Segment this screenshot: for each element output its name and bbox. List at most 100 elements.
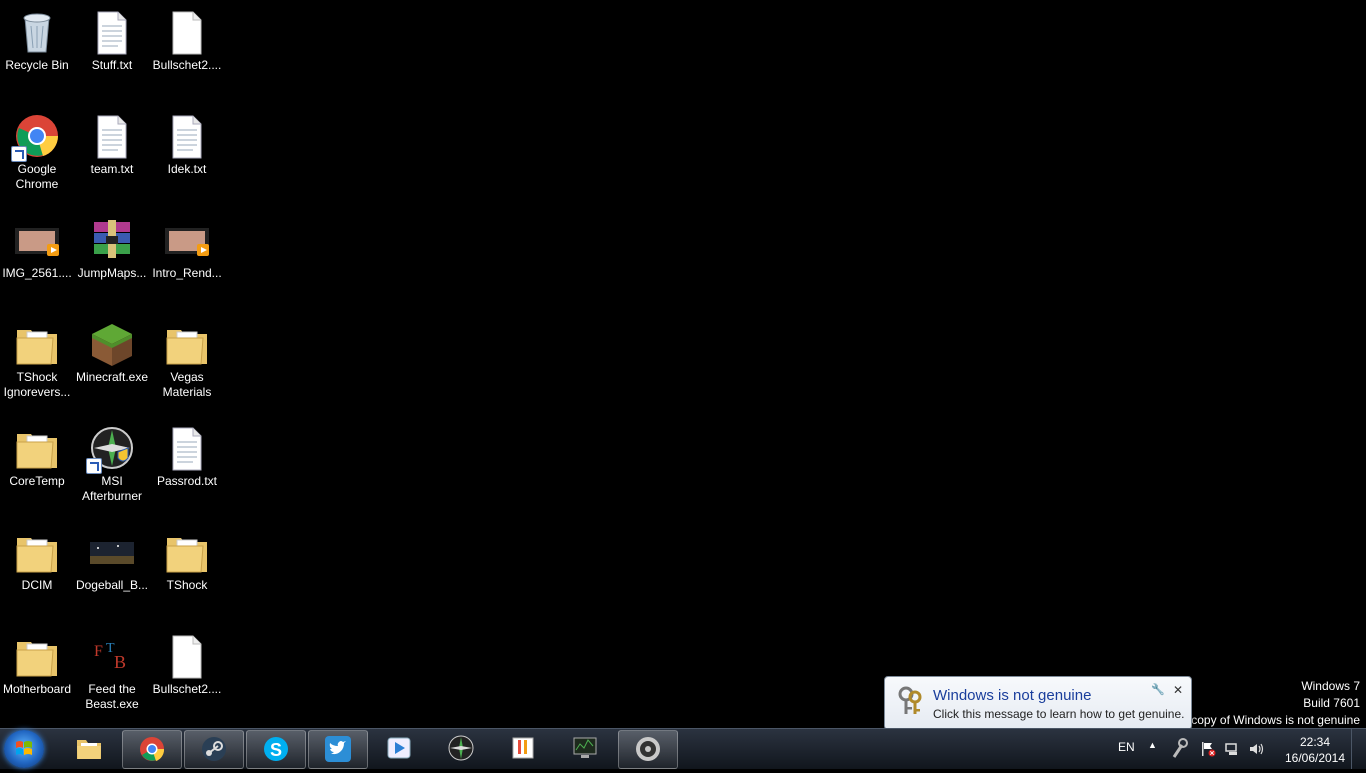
text-file-icon [88,112,136,160]
not-genuine-balloon[interactable]: Windows is not genuine Click this messag… [884,676,1192,741]
desktop-icon-motherboard[interactable]: Motherboard [0,624,74,697]
keys-icon [898,686,922,714]
text-file-icon [163,424,211,472]
chrome-icon [138,735,166,763]
svg-text:S: S [270,740,282,760]
desktop-icon-img-2561[interactable]: IMG_2561.... [0,208,74,281]
clock-time: 22:34 [1299,735,1331,749]
taskbar-button-chrome[interactable] [122,730,182,769]
taskbar-button-coretemp[interactable] [494,730,552,767]
chrome-icon [11,112,61,162]
msi-afterburner-icon [447,734,475,762]
volume-icon[interactable] [1248,741,1264,757]
desktop-icon-team-txt[interactable]: team.txt [75,104,149,177]
system-clock[interactable]: 22:34 16/06/2014 [1280,734,1350,766]
wrench-icon[interactable] [1170,737,1188,761]
desktop-icon-label: Feed the Beast.exe [85,682,139,711]
balloon-text[interactable]: Click this message to learn how to get g… [933,707,1184,721]
desktop-icon-google-chrome[interactable]: Google Chrome [0,104,74,192]
clock-date: 16/06/2014 [1284,751,1346,765]
desktop-icon-minecraft-exe[interactable]: Minecraft.exe [75,312,149,385]
text-file-icon [88,8,136,56]
desktop-icon-label: IMG_2561.... [2,266,72,280]
skype-icon: S [262,735,290,763]
windows-start-orb-icon[interactable] [4,730,44,768]
close-icon[interactable]: ✕ [1173,683,1183,697]
desktop-icon-label: Google Chrome [15,162,59,191]
desktop-icon-label: Bullschet2.... [152,682,222,696]
desktop-icon-dcim[interactable]: DCIM [0,520,74,593]
desktop-icon-tshock[interactable]: TShock [150,520,224,593]
video-file-icon [13,216,61,264]
folder-icon [13,528,61,576]
desktop-icon-label: TShock [166,578,208,592]
desktop-icon-intro-rend[interactable]: Intro_Rend... [150,208,224,281]
steam-icon [200,735,228,763]
watermark-build: Build 7601 [1303,696,1360,710]
thermometer-icon [509,734,537,762]
desktop-icon-jumpmaps[interactable]: JumpMaps... [75,208,149,281]
game-icon [634,735,662,763]
taskbar-button-monitor[interactable] [556,730,614,767]
taskbar-button-msi-afterburner[interactable] [432,730,490,767]
desktop-icon-dogeball-b[interactable]: Dogeball_B... [75,520,149,593]
video-file-icon [163,216,211,264]
watermark-genuine: This copy of Windows is not genuine [1165,713,1360,727]
text-file-icon [163,112,211,160]
desktop-icon-bullschet2[interactable]: Bullschet2.... [150,624,224,697]
desktop-icon-feed-the-beast-exe[interactable]: F T B Feed the Beast.exe [75,624,149,712]
desktop-icon-label: Bullschet2.... [152,58,222,72]
desktop-icon-msi-afterburner[interactable]: MSI Afterburner [75,416,149,504]
folder-icon [13,632,61,680]
desktop-icon-stuff-txt[interactable]: Stuff.txt [75,0,149,73]
winrar-archive-icon [88,216,136,264]
desktop-icon-label: DCIM [21,578,53,592]
desktop-icon-coretemp[interactable]: CoreTemp [0,416,74,489]
taskbar-button-twitter[interactable] [308,730,368,769]
blank-file-icon [163,632,211,680]
desktop-icon-recycle-bin[interactable]: Recycle Bin [0,0,74,73]
taskbar-button-skype[interactable]: S [246,730,306,769]
desktop-icon-label: Dogeball_B... [75,578,149,592]
folder-icon [163,320,211,368]
desktop-icon-label: Minecraft.exe [75,370,149,384]
language-label: EN [1118,740,1135,754]
show-desktop-button[interactable] [1351,729,1366,769]
desktop: Recycle Bin Stuff.txt Bullschet2.... Google… [0,0,1366,741]
desktop-icon-passrod-txt[interactable]: Passrod.txt [150,416,224,489]
desktop-icon-label: Motherboard [2,682,72,696]
desktop-icon-label: Stuff.txt [91,58,133,72]
taskbar-button-media-player[interactable] [370,730,428,767]
desktop-icon-bullschet2[interactable]: Bullschet2.... [150,0,224,73]
minecraft-grass-block-icon [88,320,136,368]
svg-text:F: F [94,643,103,660]
msi-afterburner-icon [86,424,136,474]
system-monitor-icon [571,734,599,762]
language-indicator[interactable]: EN [1118,729,1138,769]
folder-icon [163,528,211,576]
action-center-flag-icon[interactable] [1200,741,1216,757]
folder-icon [13,424,61,472]
desktop-icon-label: TShock Ignorevers... [3,370,71,399]
svg-text:B: B [114,652,126,672]
desktop-icon-tshock-ignorevers[interactable]: TShock Ignorevers... [0,312,74,400]
taskbar-button-source-game[interactable] [618,730,678,769]
desktop-icon-label: Vegas Materials [162,370,212,399]
taskbar-button-explorer[interactable] [60,730,118,767]
show-hidden-icons-arrow[interactable]: ▲ [1148,729,1160,769]
shortcut-arrow-icon [11,146,27,162]
folder-icon [13,320,61,368]
twitter-icon [324,735,352,763]
desktop-icon-label: Passrod.txt [156,474,218,488]
desktop-icon-label: Intro_Rend... [152,266,222,280]
blank-file-icon [163,8,211,56]
desktop-icon-label: Recycle Bin [5,58,69,72]
taskbar-button-steam[interactable] [184,730,244,769]
balloon-title[interactable]: Windows is not genuine [933,687,1091,704]
folder-library-icon [75,734,103,762]
network-icon[interactable] [1224,741,1240,757]
desktop-icon-idek-txt[interactable]: Idek.txt [150,104,224,177]
play-icon [385,734,413,762]
wrench-icon[interactable]: 🔧 [1151,683,1165,696]
desktop-icon-vegas-materials[interactable]: Vegas Materials [150,312,224,400]
